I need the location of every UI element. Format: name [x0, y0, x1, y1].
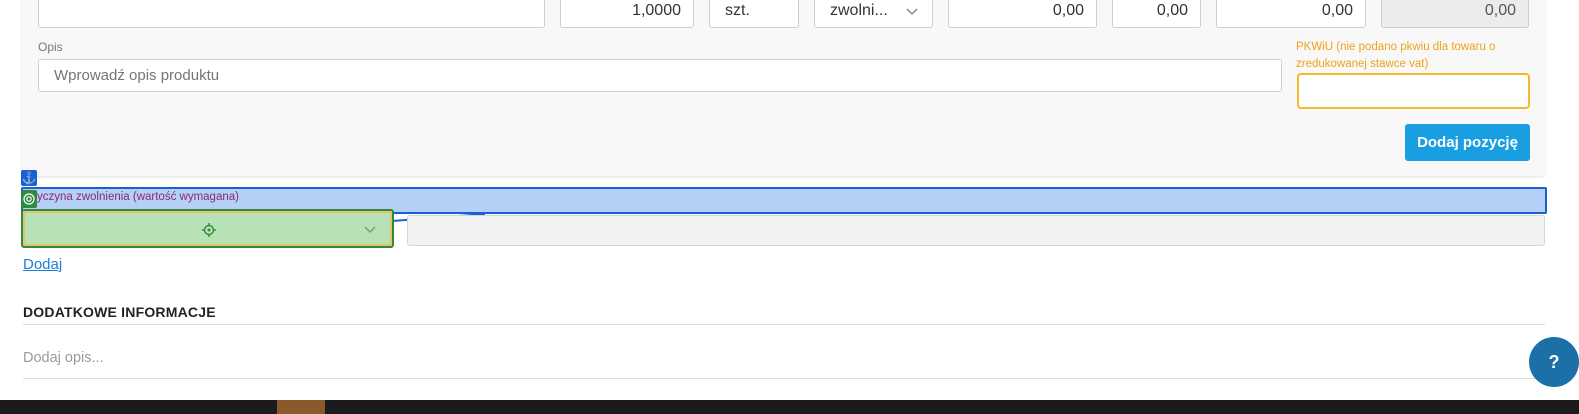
description-input[interactable] [38, 59, 1282, 92]
add-link[interactable]: Dodaj [23, 256, 62, 273]
help-button[interactable]: ? [1529, 337, 1579, 387]
net-price-field[interactable]: 0,00 [948, 0, 1097, 28]
divider [23, 378, 1545, 379]
gross-value-field: 0,00 [1381, 0, 1529, 28]
exemption-reason-select[interactable] [21, 209, 394, 248]
pkwiu-label: PKWiU (nie podano pkwiu dla towaru o zre… [1296, 41, 1496, 70]
target-icon [21, 190, 37, 208]
taskbar-app-item[interactable] [277, 400, 325, 414]
unit-field[interactable]: szt. [709, 0, 799, 28]
divider [23, 324, 1545, 325]
taskbar [0, 400, 1579, 414]
anchor-icon: ⚓ [21, 170, 37, 186]
net-value-field[interactable]: 0,00 [1216, 0, 1366, 28]
discount-field[interactable]: 0,00 [1112, 0, 1201, 28]
target-glyph [23, 193, 35, 205]
description-label: Opis [38, 40, 63, 54]
chevron-down-icon [906, 8, 918, 16]
net-price-value: 0,00 [1052, 2, 1084, 19]
discount-value: 0,00 [1156, 2, 1188, 19]
vat-rate-value: zwolni... [830, 2, 888, 19]
quantity-value: 1,0000 [632, 2, 681, 19]
exemption-reason-text[interactable] [407, 215, 1545, 246]
additional-info-input[interactable]: Dodaj opis... [23, 350, 104, 366]
crosshair-icon [202, 223, 216, 237]
quantity-field[interactable]: 1,0000 [560, 0, 694, 28]
gross-value-value: 0,00 [1484, 2, 1516, 19]
product-name-field[interactable] [38, 0, 545, 28]
additional-info-title: DODATKOWE INFORMACJE [23, 304, 216, 320]
net-value-value: 0,00 [1321, 2, 1353, 19]
chevron-down-icon [364, 226, 376, 234]
add-position-button[interactable]: Dodaj pozycję [1405, 124, 1530, 161]
vat-rate-select[interactable]: zwolni... [814, 0, 933, 28]
exemption-reason-label: yczyna zwolnienia (wartość wymagana) [37, 191, 239, 203]
pkwiu-input[interactable] [1297, 73, 1530, 109]
unit-value: szt. [725, 2, 750, 19]
